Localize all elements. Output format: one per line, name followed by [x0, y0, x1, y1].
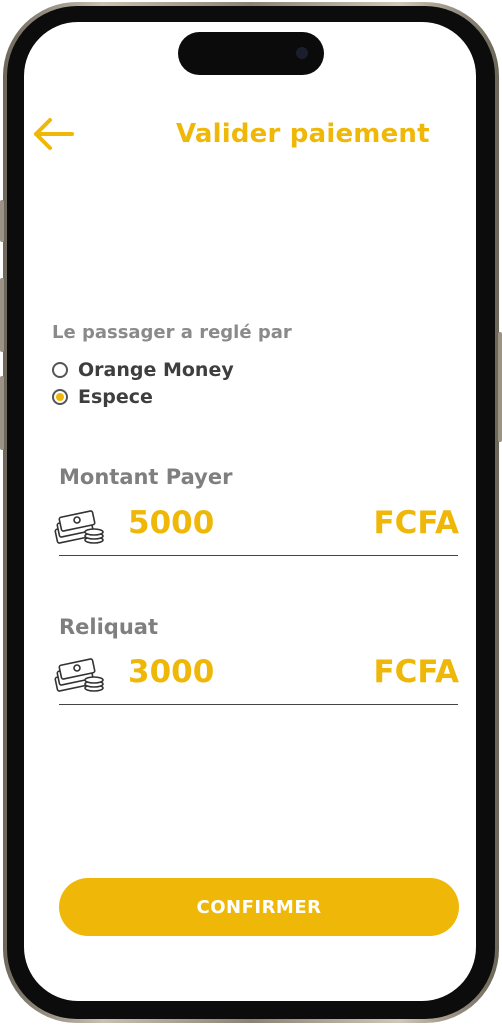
amount-paid-underline [59, 555, 458, 556]
radio-checked-icon [52, 389, 68, 405]
radio-label-orange-money: Orange Money [78, 359, 234, 381]
volume-up-button [0, 278, 4, 352]
radio-espece[interactable]: Espece [52, 386, 153, 408]
camera-icon [296, 47, 308, 59]
arrow-left-icon [34, 118, 74, 150]
back-button[interactable] [30, 114, 76, 154]
change-value[interactable]: 3000 [128, 654, 214, 690]
radio-orange-money[interactable]: Orange Money [52, 359, 234, 381]
app-screen: Valider paiement Le passager a reglé par… [24, 22, 476, 1001]
power-button [498, 332, 502, 442]
amount-paid-label: Montant Payer [59, 465, 233, 489]
amount-paid-value[interactable]: 5000 [128, 505, 214, 541]
dynamic-island [178, 32, 324, 75]
payment-method-label: Le passager a reglé par [52, 322, 292, 343]
action-button [0, 200, 4, 242]
change-underline [59, 704, 458, 705]
money-stack-icon [54, 658, 104, 692]
volume-down-button [0, 376, 4, 450]
radio-unchecked-icon [52, 362, 68, 378]
page-title: Valider paiement [176, 119, 430, 149]
radio-selected-dot [56, 393, 64, 401]
change-currency: FCFA [373, 654, 459, 690]
money-stack-icon [54, 510, 104, 544]
amount-paid-currency: FCFA [373, 505, 459, 541]
confirm-button[interactable]: CONFIRMER [59, 878, 459, 936]
radio-label-espece: Espece [78, 386, 153, 408]
change-label: Reliquat [59, 615, 159, 639]
